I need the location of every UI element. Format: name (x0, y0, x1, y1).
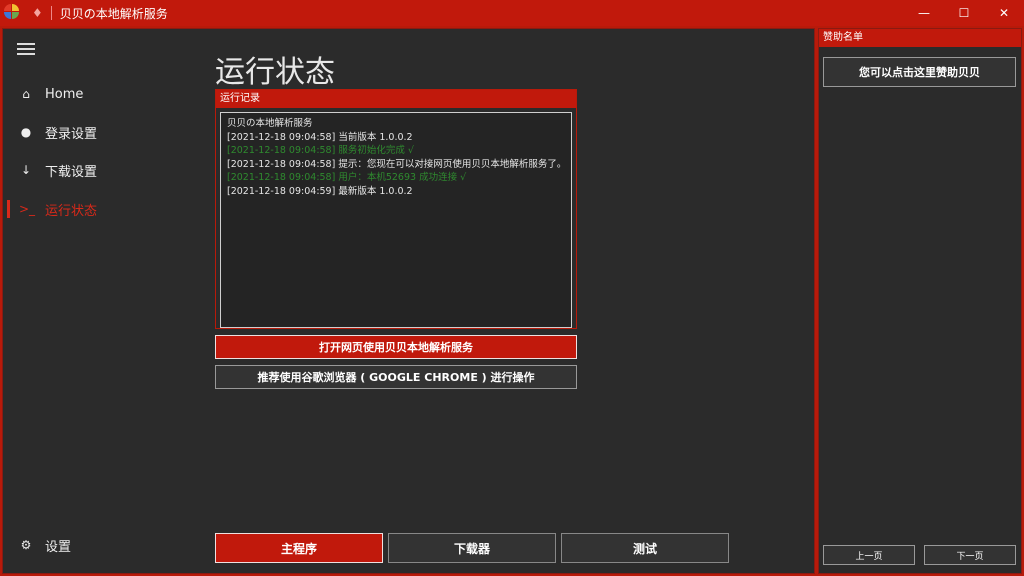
nav-item-label: 设置 (45, 539, 72, 555)
gem-icon: ♦ (32, 6, 43, 20)
sponsor-panel: 赞助名单 您可以点击这里赞助贝贝 上一页 下一页 (818, 28, 1022, 574)
active-indicator (7, 200, 10, 218)
nav-item-label: Home (45, 86, 84, 102)
nav-item-login-settings[interactable]: ● 登录设置 (7, 117, 197, 147)
open-web-button[interactable]: 打开网页使用贝贝本地解析服务 (215, 335, 577, 359)
title-divider (50, 6, 52, 20)
nav-item-settings[interactable]: ⚙ 设置 (7, 530, 197, 560)
download-icon: ↓ (20, 163, 32, 177)
main-panel: ⌂ Home ● 登录设置 ↓ 下载设置 >_ 运行状态 ⚙ 设置 运行状态 运… (2, 28, 815, 574)
nav-item-label: 下载设置 (45, 164, 98, 180)
hamburger-menu-icon[interactable] (17, 43, 35, 55)
log-textarea[interactable]: 贝贝の本地解析服务 [2021-12-18 09:04:58] 当前版本 1.0… (220, 112, 572, 328)
sponsor-button[interactable]: 您可以点击这里赞助贝贝 (823, 57, 1016, 87)
title-bar: ♦ 贝贝の本地解析服务 — ☐ ✕ (0, 0, 1024, 26)
close-button[interactable]: ✕ (984, 0, 1024, 26)
nav-item-home[interactable]: ⌂ Home (7, 79, 197, 109)
log-header: 运行记录 (216, 90, 576, 108)
app-logo-icon (4, 4, 22, 22)
gear-icon: ⚙ (20, 538, 32, 552)
home-icon: ⌂ (22, 87, 30, 101)
sponsor-header: 赞助名单 (819, 29, 1021, 47)
maximize-button[interactable]: ☐ (944, 0, 984, 26)
log-panel: 运行记录 贝贝の本地解析服务 [2021-12-18 09:04:58] 当前版… (215, 89, 577, 329)
nav-item-label: 运行状态 (45, 203, 98, 219)
log-line: [2021-12-18 09:04:58] 提示：您现在可以对接网页使用贝贝本地… (227, 158, 567, 170)
nav-item-label: 登录设置 (45, 126, 98, 142)
log-line: [2021-12-18 09:04:59] 最新版本 1.0.0.2 (227, 185, 413, 197)
tab-test[interactable]: 测试 (561, 533, 729, 563)
log-line: [2021-12-18 09:04:58] 服务初始化完成 √ (227, 145, 414, 156)
page-title: 运行状态 (215, 55, 335, 90)
recommend-chrome-button[interactable]: 推荐使用谷歌浏览器 ( GOOGLE CHROME ) 进行操作 (215, 365, 577, 389)
user-icon: ● (20, 125, 32, 139)
log-line: 贝贝の本地解析服务 (227, 118, 313, 129)
log-line: [2021-12-18 09:04:58] 用户：本机52693 成功连接 √ (227, 172, 467, 183)
nav-item-run-status[interactable]: >_ 运行状态 (7, 194, 197, 224)
tab-main-program[interactable]: 主程序 (215, 533, 383, 563)
minimize-button[interactable]: — (904, 0, 944, 26)
log-line: [2021-12-18 09:04:58] 当前版本 1.0.0.2 (227, 131, 413, 143)
tab-downloader[interactable]: 下载器 (388, 533, 556, 563)
terminal-icon: >_ (19, 202, 36, 216)
next-page-button[interactable]: 下一页 (924, 545, 1016, 565)
nav-item-download-settings[interactable]: ↓ 下载设置 (7, 155, 197, 185)
prev-page-button[interactable]: 上一页 (823, 545, 915, 565)
window-title: 贝贝の本地解析服务 (59, 6, 168, 21)
